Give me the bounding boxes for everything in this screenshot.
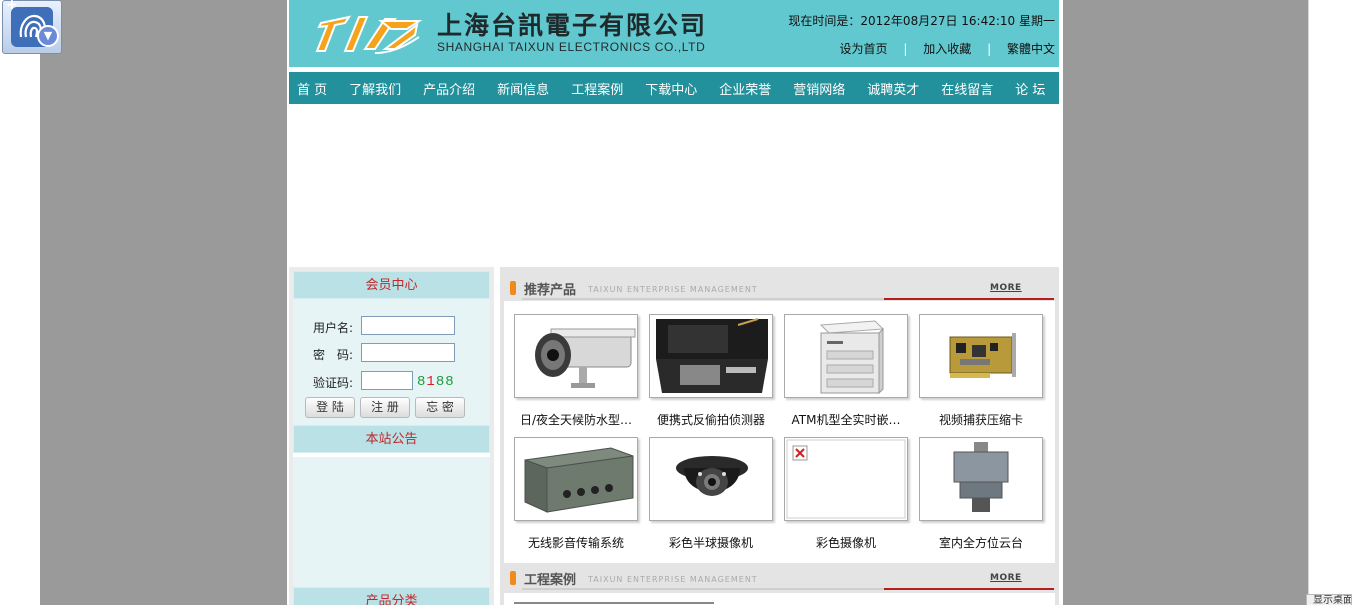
banner-area: [289, 104, 1059, 266]
company-name-cn: 上海台訊電子有限公司: [437, 11, 708, 40]
nav-item-guestbook[interactable]: 在线留言: [941, 79, 993, 98]
broken-image-icon[interactable]: [784, 437, 908, 521]
detector-case-icon[interactable]: [649, 314, 773, 398]
plus-icon: +: [6, 0, 18, 13]
password-label: 密 码:: [313, 348, 354, 362]
product-name[interactable]: 室内全方位云台: [919, 534, 1043, 551]
notice-body: [293, 457, 490, 589]
register-button[interactable]: 注 册: [360, 397, 410, 418]
header-links: 设为首页 | 加入收藏 | 繁體中文: [840, 40, 1055, 57]
section-bullet-icon: [510, 571, 516, 585]
product-item[interactable]: 视频捕获压缩卡: [919, 314, 1043, 428]
product-item[interactable]: 便携式反偷拍侦测器: [649, 314, 773, 428]
nav-item-home[interactable]: 首 页: [297, 79, 327, 98]
traditional-chinese-link[interactable]: 繁體中文: [1007, 42, 1055, 56]
divider: [522, 298, 884, 300]
link-separator: |: [987, 42, 992, 56]
product-name[interactable]: 日/夜全天候防水型…: [514, 411, 638, 428]
time-label: 现在时间是：: [788, 14, 861, 28]
set-homepage-link[interactable]: 设为首页: [840, 42, 888, 56]
notice-title: 本站公告: [293, 425, 490, 453]
nav-item-products[interactable]: 产品介绍: [423, 79, 475, 98]
product-name[interactable]: 便携式反偷拍侦测器: [649, 411, 773, 428]
nav-item-downloads[interactable]: 下载中心: [645, 79, 697, 98]
nav-item-about[interactable]: 了解我们: [349, 79, 401, 98]
product-item[interactable]: 无线影音传输系统: [514, 437, 638, 551]
captcha-row: 验证码: 8188: [313, 371, 454, 391]
product-item[interactable]: 室内全方位云台: [919, 437, 1043, 551]
link-separator: |: [903, 42, 908, 56]
captcha-digit: 8: [445, 374, 455, 390]
show-desktop-button[interactable]: 显示桌面: [1306, 594, 1352, 605]
password-input[interactable]: [361, 343, 455, 362]
recommend-header: 推荐产品 TAIXUN ENTERPRISE MANAGEMENT MORE: [504, 271, 1055, 301]
section-bullet-icon: [510, 281, 516, 295]
company-name-en: SHANGHAI TAIXUN ELECTRONICS CO.,LTD: [437, 40, 706, 54]
login-button[interactable]: 登 陆: [305, 397, 355, 418]
captcha-image[interactable]: 8188: [417, 374, 455, 390]
divider: [884, 588, 1054, 590]
main-content: 推荐产品 TAIXUN ENTERPRISE MANAGEMENT MORE 日…: [500, 267, 1059, 605]
username-label: 用户名:: [313, 321, 354, 335]
recommend-more-link[interactable]: MORE: [990, 283, 1022, 293]
pan-tilt-icon[interactable]: [919, 437, 1043, 521]
nav-item-cases[interactable]: 工程案例: [571, 79, 623, 98]
taixun-logo[interactable]: [315, 9, 423, 57]
captcha-input[interactable]: [361, 371, 413, 390]
product-name[interactable]: 视频捕获压缩卡: [919, 411, 1043, 428]
sidebar: 会员中心 用户名: 密 码: 验证码: 8188 登 陆 注 册 忘 密 本站公…: [289, 267, 494, 605]
product-grid: 日/夜全天候防水型… 便携式反偷拍侦测器 ATM机型全实时嵌… 视频捕获压缩卡 …: [504, 301, 1055, 563]
add-favorite-link[interactable]: 加入收藏: [923, 42, 971, 56]
captcha-digit: 8: [417, 374, 427, 390]
bullet-camera-icon[interactable]: [514, 314, 638, 398]
username-input[interactable]: [361, 316, 455, 335]
current-time: 现在时间是：2012年08月27日 16:42:10 星期一: [788, 12, 1055, 29]
product-item[interactable]: 彩色摄像机: [784, 437, 908, 551]
dome-camera-icon[interactable]: [649, 437, 773, 521]
product-name[interactable]: 彩色摄像机: [784, 534, 908, 551]
product-name[interactable]: 彩色半球摄像机: [649, 534, 773, 551]
download-arrow-icon: ▼: [37, 25, 59, 47]
product-category-title: 产品分类: [293, 587, 490, 605]
cases-subtitle: TAIXUN ENTERPRISE MANAGEMENT: [588, 575, 758, 584]
password-row: 密 码:: [313, 343, 455, 363]
product-item[interactable]: 彩色半球摄像机: [649, 437, 773, 551]
nav-item-sales-network[interactable]: 营销网络: [793, 79, 845, 98]
site-header: 上海台訊電子有限公司 SHANGHAI TAIXUN ELECTRONICS C…: [289, 0, 1059, 67]
product-item[interactable]: 日/夜全天候防水型…: [514, 314, 638, 428]
nav-item-honors[interactable]: 企业荣誉: [719, 79, 771, 98]
capture-card-icon[interactable]: [919, 314, 1043, 398]
divider: [884, 298, 1054, 300]
recommend-subtitle: TAIXUN ENTERPRISE MANAGEMENT: [588, 285, 758, 294]
time-value: 2012年08月27日 16:42:10 星期一: [860, 14, 1055, 28]
nav-item-news[interactable]: 新闻信息: [497, 79, 549, 98]
product-item[interactable]: ATM机型全实时嵌…: [784, 314, 908, 428]
main-nav: 首 页 了解我们 产品介绍 新闻信息 工程案例 下载中心 企业荣誉 营销网络 诚…: [289, 72, 1059, 104]
cases-title: 工程案例: [524, 573, 577, 588]
captcha-label: 验证码:: [313, 376, 354, 390]
divider: [514, 602, 714, 604]
desktop-shortcut-icon[interactable]: + ▼: [2, 0, 62, 54]
product-name[interactable]: ATM机型全实时嵌…: [784, 411, 908, 428]
cases-header: 工程案例 TAIXUN ENTERPRISE MANAGEMENT MORE: [504, 561, 1055, 591]
rack-unit-icon[interactable]: [514, 437, 638, 521]
forgot-password-button[interactable]: 忘 密: [415, 397, 465, 418]
nav-item-careers[interactable]: 诚聘英才: [867, 79, 919, 98]
right-scroll-strip: [1308, 0, 1352, 605]
divider: [522, 588, 884, 590]
sidebar-inner: 会员中心 用户名: 密 码: 验证码: 8188 登 陆 注 册 忘 密 本站公…: [293, 271, 490, 605]
captcha-digit: 8: [435, 374, 446, 390]
captcha-digit: 1: [426, 374, 436, 390]
cases-body: [504, 593, 1055, 605]
username-row: 用户名:: [313, 316, 455, 336]
member-center-title: 会员中心: [293, 271, 490, 299]
recommend-title: 推荐产品: [524, 283, 577, 298]
dvr-box-icon[interactable]: [784, 314, 908, 398]
web-page: 上海台訊電子有限公司 SHANGHAI TAIXUN ELECTRONICS C…: [287, 0, 1063, 605]
product-name[interactable]: 无线影音传输系统: [514, 534, 638, 551]
nav-item-forum[interactable]: 论 坛: [1015, 79, 1045, 98]
cases-more-link[interactable]: MORE: [990, 573, 1022, 583]
